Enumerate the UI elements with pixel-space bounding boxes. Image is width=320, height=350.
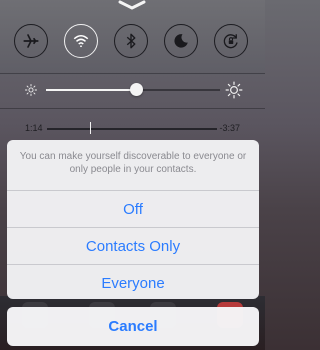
toggle-row — [0, 24, 265, 58]
scrubber-playhead[interactable] — [89, 122, 91, 134]
remaining-time: -3:37 — [219, 123, 240, 133]
elapsed-time: 1:14 — [25, 123, 43, 133]
do-not-disturb-toggle[interactable] — [164, 24, 198, 58]
airdrop-action-sheet: You can make yourself discoverable to ev… — [7, 140, 259, 299]
scrubber-track[interactable] — [47, 128, 217, 130]
rotation-lock-toggle[interactable] — [214, 24, 248, 58]
airplane-icon — [23, 34, 39, 48]
option-contacts-only[interactable]: Contacts Only — [7, 228, 259, 264]
divider — [0, 73, 265, 74]
media-scrubber[interactable]: 1:14 -3:37 — [0, 118, 265, 138]
brightness-thumb[interactable] — [129, 83, 143, 96]
control-center-toggles-area — [0, 0, 265, 75]
cancel-button[interactable]: Cancel — [7, 307, 259, 346]
brightness-slider[interactable] — [0, 78, 265, 102]
bluetooth-icon — [126, 33, 136, 49]
sun-large-icon — [225, 81, 243, 99]
bluetooth-toggle[interactable] — [114, 24, 148, 58]
option-everyone[interactable]: Everyone — [7, 265, 259, 299]
divider — [0, 108, 265, 109]
grabber-handle-icon[interactable] — [112, 0, 152, 12]
option-off[interactable]: Off — [7, 191, 259, 227]
sun-small-icon — [24, 83, 38, 97]
wifi-toggle[interactable] — [64, 24, 98, 58]
wifi-icon — [73, 35, 89, 48]
moon-icon — [174, 34, 188, 48]
brightness-fill — [46, 89, 137, 91]
airplane-mode-toggle[interactable] — [14, 24, 48, 58]
rotation-lock-icon — [223, 34, 238, 49]
sheet-message: You can make yourself discoverable to ev… — [19, 151, 247, 175]
